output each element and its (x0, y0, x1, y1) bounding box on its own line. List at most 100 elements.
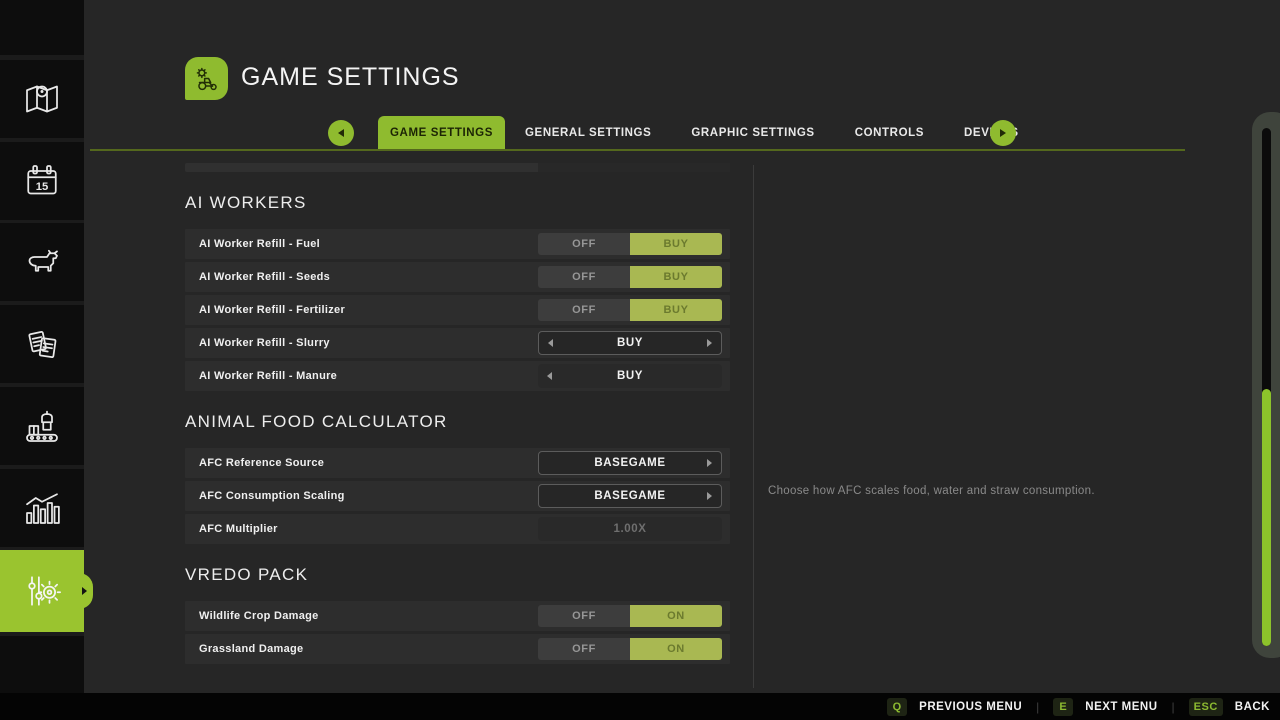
map-icon (22, 79, 62, 119)
tab-game-settings[interactable]: GAME SETTINGS (378, 116, 505, 150)
toggle-on-button[interactable]: ON (630, 605, 722, 627)
setting-row: AFC Consumption Scaling BASEGAME (185, 481, 730, 511)
toggle-on-button[interactable]: BUY (630, 299, 722, 321)
hint-label: PREVIOUS MENU (919, 701, 1022, 713)
stepper-box[interactable]: BASEGAME (538, 484, 722, 508)
section-title: AI WORKERS (185, 190, 730, 216)
setting-row: AI Worker Refill - Slurry BUY (185, 328, 730, 358)
statistics-icon (22, 488, 62, 528)
toggle-group: OFFON (538, 605, 722, 627)
setting-label: Wildlife Crop Damage (199, 610, 319, 622)
setting-row: AI Worker Refill - Fertilizer OFFBUY (185, 295, 730, 325)
clipped-row (185, 163, 730, 172)
setting-row: AI Worker Refill - FuelOFFBUY (185, 229, 730, 259)
setting-row: Wildlife Crop Damage OFFON (185, 601, 730, 631)
toggle-control: OFFBUY (538, 233, 722, 255)
sidebar-item-settings[interactable] (0, 550, 84, 632)
toggle-group: OFFBUY (538, 233, 722, 255)
readonly-value-box: 1.00X (538, 517, 722, 541)
stepper-control[interactable]: BUY (538, 331, 722, 355)
stepper-box[interactable]: BUY (538, 364, 722, 388)
toggle-control: OFFBUY (538, 299, 722, 321)
hint-label: NEXT MENU (1085, 701, 1157, 713)
toggle-off-button[interactable]: OFF (538, 266, 630, 288)
tab-graphic-settings[interactable]: GRAPHIC SETTINGS (671, 116, 834, 150)
setting-row: AFC Multiplier1.00X (185, 514, 730, 544)
toggle-control: OFFBUY (538, 266, 722, 288)
stepper-right-arrow-icon[interactable] (707, 492, 712, 500)
sidebar-item-animals[interactable] (0, 223, 84, 301)
key-hint-next-menu: E NEXT MENU (1053, 698, 1157, 716)
animals-icon (22, 242, 62, 282)
toggle-on-button[interactable]: BUY (630, 266, 722, 288)
setting-label: AI Worker Refill - Seeds (199, 271, 330, 283)
setting-label: AFC Consumption Scaling (199, 490, 345, 502)
toggle-control: OFFON (538, 605, 722, 627)
setting-row: AI Worker Refill - ManureBUY (185, 361, 730, 391)
sidebar-item-contracts[interactable] (0, 305, 84, 383)
left-arrow-icon (338, 129, 344, 137)
stepper-value: BUY (617, 337, 643, 349)
stepper-box[interactable]: BASEGAME (538, 451, 722, 475)
keycap: Q (887, 698, 907, 716)
stepper-right-arrow-icon[interactable] (707, 339, 712, 347)
settings-icon (22, 571, 62, 611)
sidebar-blank-tile (0, 0, 84, 55)
setting-label: Grassland Damage (199, 643, 303, 655)
key-hint-back: ESCBACK (1189, 698, 1270, 716)
stepper-control[interactable]: BASEGAME (538, 484, 722, 508)
calendar-icon: 15 (22, 161, 62, 201)
stepper-box[interactable]: BUY (538, 331, 722, 355)
stepper-control[interactable]: BUY (538, 364, 722, 388)
sidebar-item-production[interactable] (0, 387, 84, 465)
scrollbar (1252, 112, 1280, 658)
stepper-right-arrow-icon[interactable] (707, 459, 712, 467)
sidebar-blank-tile (0, 636, 84, 693)
page-title: GAME SETTINGS (241, 63, 460, 92)
setting-label: AI Worker Refill - Fertilizer (199, 304, 345, 316)
key-hint-previous-menu: Q PREVIOUS MENU (887, 698, 1022, 716)
scrollbar-thumb[interactable] (1262, 389, 1271, 646)
hint-separator: | (1172, 700, 1175, 714)
sidebar: 15 (0, 0, 84, 693)
stepper-value: BASEGAME (594, 457, 665, 469)
toggle-off-button[interactable]: OFF (538, 605, 630, 627)
scrollbar-track[interactable] (1262, 128, 1271, 646)
tractor-gear-glyph (192, 64, 222, 94)
stepper-value: BASEGAME (594, 490, 665, 502)
stepper-left-arrow-icon[interactable] (548, 339, 553, 347)
right-arrow-icon (1000, 129, 1006, 137)
stepper-left-arrow-icon[interactable] (547, 372, 552, 380)
sidebar-item-map[interactable] (0, 60, 84, 138)
toggle-on-button[interactable]: BUY (630, 233, 722, 255)
tabs-prev-button[interactable] (328, 120, 354, 146)
setting-label: AI Worker Refill - Slurry (199, 337, 330, 349)
setting-label: AFC Reference Source (199, 457, 324, 469)
game-settings-icon (185, 57, 228, 100)
toggle-group: OFFBUY (538, 266, 722, 288)
toggle-control: OFFON (538, 638, 722, 660)
clipped-row-control (538, 163, 730, 172)
svg-text:15: 15 (36, 181, 49, 193)
toggle-on-button[interactable]: ON (630, 638, 722, 660)
tab-controls[interactable]: CONTROLS (835, 116, 944, 150)
toggle-off-button[interactable]: OFF (538, 638, 630, 660)
toggle-group: OFFBUY (538, 299, 722, 321)
panel-divider (753, 165, 754, 688)
hint-label: BACK (1235, 701, 1270, 713)
toggle-off-button[interactable]: OFF (538, 233, 630, 255)
footer-hints-bar: Q PREVIOUS MENU | E NEXT MENU | ESCBACK (0, 693, 1280, 720)
stepper-control[interactable]: BASEGAME (538, 451, 722, 475)
keycap: E (1053, 698, 1073, 716)
help-text: Choose how AFC scales food, water and st… (768, 485, 1188, 497)
notch-arrow-icon (82, 587, 87, 595)
value-display: 1.00X (538, 517, 722, 541)
sidebar-item-statistics[interactable] (0, 469, 84, 547)
toggle-off-button[interactable]: OFF (538, 299, 630, 321)
tab-general-settings[interactable]: GENERAL SETTINGS (505, 116, 671, 150)
tabs-next-button[interactable] (990, 120, 1016, 146)
setting-row: Grassland Damage OFFON (185, 634, 730, 664)
setting-row: AI Worker Refill - Seeds OFFBUY (185, 262, 730, 292)
sidebar-item-calendar[interactable]: 15 (0, 142, 84, 220)
hint-separator: | (1036, 700, 1039, 714)
